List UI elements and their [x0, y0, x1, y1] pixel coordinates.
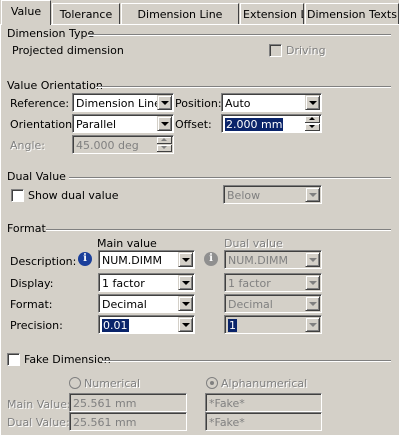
chevron-down-icon[interactable]	[305, 317, 320, 332]
chevron-down-icon[interactable]	[305, 252, 320, 267]
format-heading: Format	[7, 222, 46, 235]
alphanumerical-radio[interactable]	[206, 377, 218, 389]
format-separator	[46, 229, 391, 231]
dimension-type-heading: Dimension Type	[7, 27, 95, 40]
alpha-main-field[interactable]: *Fake*	[205, 393, 322, 412]
reference-label: Reference:	[10, 97, 70, 110]
chevron-down-icon[interactable]	[178, 275, 193, 290]
fake-dimension-separator	[102, 360, 391, 362]
info-icon[interactable]: i	[78, 252, 92, 266]
alpha-main-value: *Fake*	[206, 394, 321, 411]
numerical-main-value: 25.561 mm	[70, 394, 186, 411]
orientation-select[interactable]: Parallel	[72, 114, 174, 133]
dual-description-select[interactable]: NUM.DIMM	[224, 250, 322, 269]
display-label: Display:	[10, 277, 54, 290]
offset-spinner[interactable]: 2.000 mm	[221, 114, 322, 133]
dual-value-heading: Dual Value	[7, 170, 66, 183]
angle-label: Angle:	[10, 139, 46, 152]
main-description-select[interactable]: NUM.DIMM	[98, 250, 195, 269]
alphanumerical-label: Alphanumerical	[221, 377, 308, 390]
dimension-type-separator	[88, 34, 391, 36]
main-format-select[interactable]: Decimal	[98, 294, 195, 313]
main-precision-select[interactable]: 0.01	[98, 315, 195, 334]
main-value-header: Main value	[97, 237, 157, 250]
tab-dimension-line[interactable]: Dimension Line	[121, 3, 239, 24]
value-orientation-heading: Value Orientation	[7, 79, 103, 92]
numerical-radio[interactable]	[69, 377, 81, 389]
tab-tolerance[interactable]: Tolerance	[52, 3, 120, 24]
dual-value-label: Dual Value:	[7, 416, 70, 429]
dual-precision-select[interactable]: 1	[224, 315, 322, 334]
chevron-down-icon[interactable]	[305, 187, 320, 202]
numerical-dual-field[interactable]: 25.561 mm	[69, 412, 187, 431]
chevron-down-icon[interactable]	[178, 317, 193, 332]
chevron-down-icon[interactable]	[305, 275, 320, 290]
reference-select[interactable]: Dimension Line	[72, 93, 174, 112]
alpha-dual-field[interactable]: *Fake*	[205, 412, 322, 431]
numerical-main-field[interactable]: 25.561 mm	[69, 393, 187, 412]
main-value-label: Main Value:	[7, 398, 71, 411]
position-select[interactable]: Auto	[221, 93, 322, 112]
dual-display-select[interactable]: 1 factor	[224, 273, 322, 292]
dual-value-separator	[69, 177, 391, 179]
dual-format-select[interactable]: Decimal	[224, 294, 322, 313]
main-precision-value: 0.01	[102, 319, 129, 332]
driving-label: Driving	[286, 44, 326, 57]
show-dual-value-checkbox[interactable]	[11, 189, 24, 202]
dual-value-header: Dual value	[224, 237, 283, 250]
offset-value: 2.000 mm	[225, 118, 284, 131]
offset-label: Offset:	[175, 118, 212, 131]
tab-value[interactable]: Value	[1, 0, 51, 25]
description-label: Description:	[10, 255, 77, 268]
chevron-down-icon[interactable]	[178, 252, 193, 267]
position-label: Position:	[175, 97, 222, 110]
chevron-down-icon[interactable]	[178, 296, 193, 311]
info-icon[interactable]: i	[204, 252, 218, 266]
driving-checkbox[interactable]	[269, 44, 282, 57]
orientation-label: Orientation:	[10, 118, 76, 131]
show-dual-value-label: Show dual value	[28, 189, 119, 202]
precision-label: Precision:	[10, 319, 63, 332]
chevron-down-icon[interactable]	[305, 296, 320, 311]
dual-precision-value: 1	[228, 319, 237, 332]
tab-dimension-texts[interactable]: Dimension Texts	[305, 3, 399, 24]
fake-dimension-checkbox[interactable]	[7, 353, 20, 366]
fake-dimension-heading: Fake Dimension	[24, 353, 111, 366]
tab-bar: Value Tolerance Dimension Line Extension…	[0, 0, 399, 25]
tab-extension-line[interactable]: Extension Line	[240, 3, 304, 24]
chevron-down-icon[interactable]	[305, 95, 320, 110]
chevron-down-icon[interactable]	[157, 116, 172, 131]
spinner-icon[interactable]	[157, 137, 172, 152]
spinner-icon[interactable]	[305, 116, 320, 131]
numerical-dual-value: 25.561 mm	[70, 413, 186, 430]
value-orientation-separator	[96, 86, 391, 88]
main-display-select[interactable]: 1 factor	[98, 273, 195, 292]
format-label: Format:	[10, 298, 53, 311]
chevron-down-icon[interactable]	[157, 95, 172, 110]
dual-mode-select[interactable]: Below	[223, 185, 322, 204]
dimension-type-text: Projected dimension	[12, 44, 124, 57]
numerical-label: Numerical	[84, 377, 141, 390]
angle-spinner[interactable]: 45.000 deg	[72, 135, 174, 154]
alpha-dual-value: *Fake*	[206, 413, 321, 430]
